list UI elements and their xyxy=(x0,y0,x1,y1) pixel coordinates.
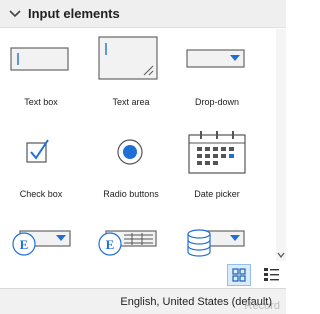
grid-view-button[interactable] xyxy=(227,264,251,286)
check-box-icon xyxy=(26,139,49,163)
tile-label: Text box xyxy=(24,97,58,107)
text-area-tile[interactable]: Text area xyxy=(86,29,176,119)
drop-down-tile[interactable]: Drop-down xyxy=(176,29,266,119)
date-picker-icon xyxy=(188,131,246,174)
tile-label: Date picker xyxy=(194,189,240,199)
expression-list-icon: E xyxy=(98,230,157,256)
svg-text:E: E xyxy=(106,237,115,252)
radio-buttons-tile[interactable]: Radio buttons xyxy=(86,119,176,209)
text-box-tile[interactable]: Text box xyxy=(0,29,90,119)
section-title: Input elements xyxy=(28,6,120,21)
watermark: Record xyxy=(244,300,280,312)
chevron-down-icon[interactable] xyxy=(8,8,22,20)
svg-text:E: E xyxy=(20,237,29,252)
expression-dropdown-icon: E xyxy=(12,230,71,256)
tile-label: Text area xyxy=(112,97,150,107)
text-area-icon xyxy=(98,36,158,80)
date-picker-tile[interactable]: Date picker xyxy=(176,119,266,209)
status-bar: English, United States (default) Record xyxy=(0,288,286,314)
text-box-icon xyxy=(10,47,69,71)
tile-label: Radio buttons xyxy=(103,189,159,199)
list-view-button[interactable] xyxy=(260,264,284,286)
expression-dropdown-tile[interactable]: E xyxy=(0,221,90,261)
expression-list-tile[interactable]: E xyxy=(86,221,176,261)
drop-down-icon xyxy=(186,49,245,68)
grid-view-icon xyxy=(232,268,246,282)
tile-label: Check box xyxy=(19,189,63,199)
control-gallery: Text box Text area Drop-down Check box R… xyxy=(0,29,276,261)
scroll-down-icon[interactable] xyxy=(277,251,285,259)
section-header[interactable]: Input elements xyxy=(0,0,286,28)
vertical-scrollbar[interactable] xyxy=(276,29,286,261)
database-dropdown-tile[interactable] xyxy=(176,221,266,261)
view-toolbar xyxy=(0,262,286,288)
list-view-icon xyxy=(264,268,279,281)
tile-label: Drop-down xyxy=(194,97,240,107)
database-dropdown-icon xyxy=(187,229,245,257)
check-box-tile[interactable]: Check box xyxy=(0,119,90,209)
radio-buttons-icon xyxy=(117,139,143,165)
